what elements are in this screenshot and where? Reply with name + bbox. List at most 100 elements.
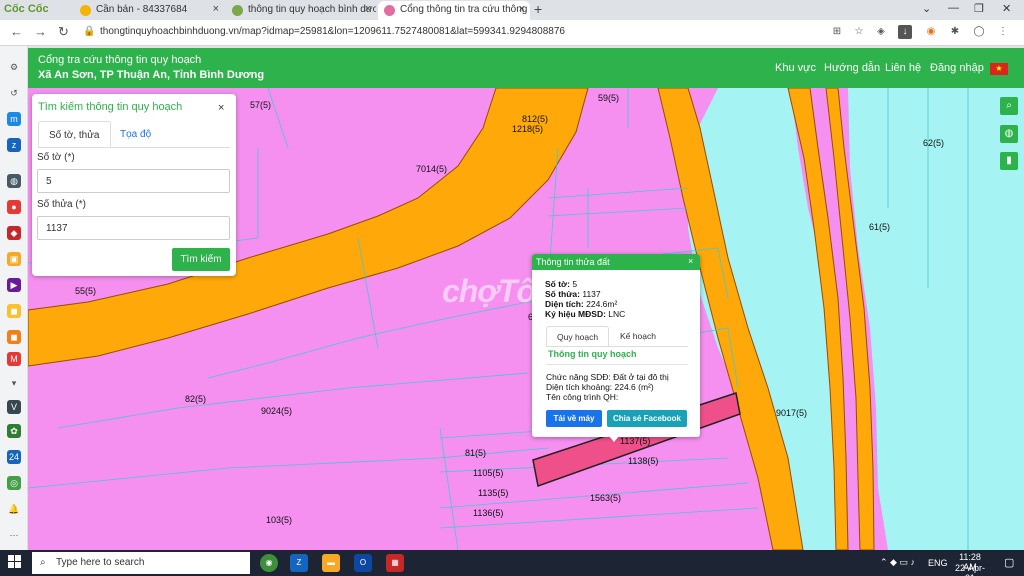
messenger-icon[interactable]: m xyxy=(7,112,21,126)
plot-label[interactable]: 9024(5) xyxy=(261,406,292,416)
tab-quy-hoach[interactable]: Quy hoạch xyxy=(546,326,610,346)
app-icon[interactable]: ▦ xyxy=(386,554,404,572)
plot-label[interactable]: 57(5) xyxy=(250,100,271,110)
plot-label[interactable]: 812(5) xyxy=(522,114,548,124)
gear-icon[interactable]: ⚙ xyxy=(7,60,21,74)
tab-so-to-thua[interactable]: Số tờ, thửa xyxy=(38,121,111,147)
wallet-icon[interactable]: ◼ xyxy=(7,304,21,318)
photo-icon[interactable]: ✿ xyxy=(7,424,21,438)
search-panel-title: Tìm kiếm thông tin quy hoạch xyxy=(38,101,183,113)
parcel-number-label: Số thửa (*) xyxy=(37,199,86,210)
clock-date[interactable]: 22-Apr-21 xyxy=(950,563,990,576)
plot-label[interactable]: 7014(5) xyxy=(416,164,447,174)
video-icon[interactable]: ▶ xyxy=(7,278,21,292)
tab-thong-tin-quy-hoach[interactable]: thông tin quy hoạch bình dươ × xyxy=(226,1,376,20)
url-field[interactable]: thongtinquyhoachbinhduong.vn/map?idmap=2… xyxy=(100,26,565,37)
tab-ke-hoach[interactable]: Kế hoạch xyxy=(610,326,666,346)
input-language[interactable]: ENG xyxy=(928,558,948,568)
app-icon[interactable]: ● xyxy=(7,200,21,214)
history-icon[interactable]: ↺ xyxy=(7,86,21,100)
parcel-number-input[interactable] xyxy=(37,216,230,240)
window-close-icon[interactable]: ✕ xyxy=(1002,2,1011,15)
reload-icon[interactable]: ↻ xyxy=(58,24,69,40)
chevron-down-icon[interactable]: ▾ xyxy=(7,376,21,390)
plot-label[interactable]: 55(5) xyxy=(75,286,96,296)
download-button[interactable]: Tải về máy xyxy=(546,410,602,427)
info-area-row: Diện tích: 224.6m² xyxy=(545,299,617,309)
info-label: Ký hiệu MĐSD: xyxy=(545,309,606,319)
bell-icon[interactable]: 🔔 xyxy=(7,502,21,516)
plot-label[interactable]: 61(5) xyxy=(869,222,890,232)
zalo-icon[interactable]: z xyxy=(7,138,21,152)
lock-icon[interactable]: 🔒 xyxy=(83,26,95,37)
plot-label[interactable]: 1138(5) xyxy=(628,456,658,466)
location-icon[interactable]: ◎ xyxy=(7,476,21,490)
back-arrow-icon[interactable]: ← xyxy=(10,24,23,39)
close-icon[interactable]: × xyxy=(218,102,224,114)
close-icon[interactable]: × xyxy=(519,3,525,15)
plot-label[interactable]: 1136(5) xyxy=(473,508,503,518)
outlook-icon[interactable]: O xyxy=(354,554,372,572)
share-facebook-button[interactable]: Chia sẻ Facebook xyxy=(607,410,687,427)
plot-label[interactable]: 1105(5) xyxy=(473,468,503,478)
taskbar-search-input[interactable]: ⌕ Type here to search xyxy=(32,552,250,574)
menu-icon[interactable]: ⋮ xyxy=(996,25,1010,39)
tab-can-ban[interactable]: Cần bán - 84337684 × xyxy=(74,1,224,20)
plot-label[interactable]: 1563(5) xyxy=(590,493,621,503)
map-search-icon[interactable]: ⌕ xyxy=(1000,97,1018,115)
file-explorer-icon[interactable]: ▬ xyxy=(322,554,340,572)
extension-icon[interactable]: ◉ xyxy=(924,25,938,39)
plot-label[interactable]: 59(5) xyxy=(598,93,619,103)
layers-icon[interactable]: ◍ xyxy=(1000,125,1018,143)
shop-icon[interactable]: ▣ xyxy=(7,252,21,266)
globe-icon[interactable]: ◍ xyxy=(7,174,21,188)
plot-label[interactable]: 9017(5) xyxy=(776,408,807,418)
tab-toa-do[interactable]: Tọa độ xyxy=(110,121,161,147)
search-button[interactable]: Tìm kiếm xyxy=(172,248,230,271)
puzzle-icon[interactable]: ✱ xyxy=(948,25,962,39)
game-icon[interactable]: ◆ xyxy=(7,226,21,240)
more-icon[interactable]: ⋯ xyxy=(7,528,21,542)
nav-huong-dan[interactable]: Hướng dẫn xyxy=(824,62,880,74)
plot-label[interactable]: 82(5) xyxy=(185,394,206,404)
coccoc-app-icon[interactable]: ◉ xyxy=(260,554,278,572)
close-icon[interactable]: × xyxy=(688,256,693,266)
nav-khu-vuc[interactable]: Khu vực xyxy=(775,62,816,74)
restore-icon[interactable]: ❐ xyxy=(974,2,984,15)
notification-icon[interactable]: ▢ xyxy=(1004,556,1014,569)
plot-label[interactable]: 103(5) xyxy=(266,515,292,525)
tab-search-icon[interactable]: ⌄ xyxy=(922,2,931,15)
nav-dang-nhap[interactable]: Đăng nhập xyxy=(930,62,984,74)
browser-brand: Cốc Cốc xyxy=(4,3,49,15)
news24-icon[interactable]: 24 xyxy=(7,450,21,464)
account-icon[interactable]: ◯ xyxy=(972,25,986,39)
tab-title: Cổng thông tin tra cứu thông xyxy=(400,4,528,15)
forward-arrow-icon[interactable]: → xyxy=(34,24,47,39)
close-icon[interactable]: × xyxy=(365,3,371,15)
star-icon[interactable]: ☆ xyxy=(852,25,866,39)
map-toggle-icon[interactable]: ▮ xyxy=(1000,152,1018,170)
new-tab-button[interactable]: + xyxy=(534,1,542,17)
parcel-info-popup: Thông tin thửa đất × Số tờ: 5 Số thửa: 1… xyxy=(532,254,700,442)
plot-label[interactable]: 81(5) xyxy=(465,448,486,458)
shield-icon[interactable]: ◈ xyxy=(874,25,888,39)
plot-label[interactable]: 1137(5) xyxy=(620,436,650,446)
windows-start-icon[interactable] xyxy=(8,555,22,569)
mail-icon[interactable]: M xyxy=(7,352,21,366)
plot-label[interactable]: 1218(5) xyxy=(512,124,543,134)
system-tray-icons[interactable]: ⌃ ◆ ▭ ♪ xyxy=(880,557,915,568)
plot-label[interactable]: 62(5) xyxy=(923,138,944,148)
download-icon[interactable]: ↓ xyxy=(898,25,912,39)
nav-lien-he[interactable]: Liên hệ xyxy=(885,62,921,74)
news-icon[interactable]: ◼ xyxy=(7,330,21,344)
plot-label[interactable]: 1135(5) xyxy=(478,488,508,498)
tab-cong-thong-tin[interactable]: Cổng thông tin tra cứu thông × xyxy=(378,1,530,20)
sheet-number-input[interactable] xyxy=(37,169,230,193)
minimize-icon[interactable]: — xyxy=(948,2,959,14)
tv-icon[interactable]: V xyxy=(7,400,21,414)
translate-icon[interactable]: ⊞ xyxy=(830,25,844,39)
info-value: 224.6m² xyxy=(586,299,618,309)
close-icon[interactable]: × xyxy=(213,3,219,15)
zalo-app-icon[interactable]: Z xyxy=(290,554,308,572)
vietnam-flag-icon[interactable]: ★ xyxy=(990,63,1008,75)
